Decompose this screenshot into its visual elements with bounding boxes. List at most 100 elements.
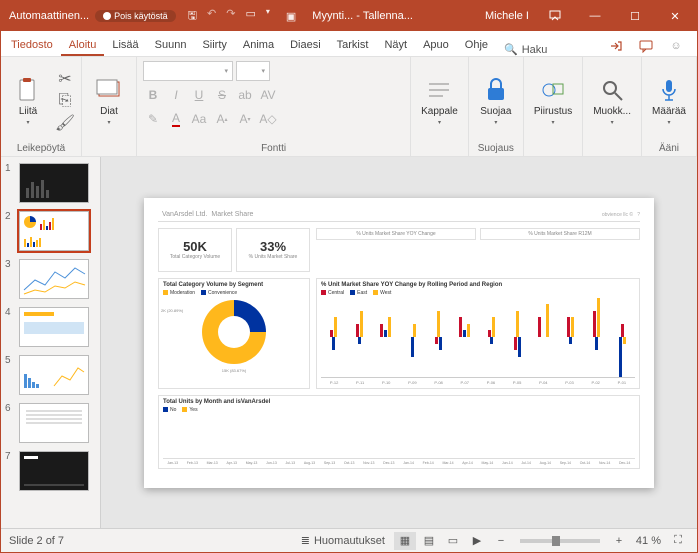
titlebar: Automaattinen... Pois käytöstä 🖫 ↶ ↷ ▭ ▾…	[1, 1, 697, 31]
thumb-4[interactable]: 4	[1, 305, 100, 353]
smiley-button[interactable]: ☺	[665, 36, 687, 56]
zoom-in-button[interactable]: +	[608, 532, 630, 550]
search-box[interactable]: 🔍Haku	[496, 43, 555, 56]
credit: obvience llc © ?	[602, 212, 640, 218]
cut-icon[interactable]: ✂	[55, 69, 75, 89]
grow-font-button[interactable]: A▴	[212, 109, 232, 129]
start-slideshow-icon[interactable]: ▭	[245, 7, 255, 26]
user-name[interactable]: Michele I	[425, 10, 535, 22]
font-color-button[interactable]: A	[166, 109, 186, 129]
slide-canvas[interactable]: VanArsdel Ltd.Market Share obvience llc …	[144, 198, 654, 488]
highlight-button[interactable]: ✎	[143, 109, 163, 129]
zoom-level[interactable]: 41 %	[632, 535, 665, 547]
chevron-down-icon: ▾	[26, 119, 29, 126]
slide-thumbnails[interactable]: 1 2 3 4 5 6 7	[1, 157, 101, 528]
thumb-3[interactable]: 3	[1, 257, 100, 305]
spacing-button[interactable]: AV	[258, 85, 278, 105]
powerpoint-icon: ▣	[282, 10, 300, 23]
minimize-icon[interactable]: —	[575, 1, 615, 31]
shadow-button[interactable]: ab	[235, 85, 255, 105]
group-editing: Muokk... ▾	[583, 57, 642, 156]
qat-dropdown-icon[interactable]: ▾	[266, 7, 270, 26]
ribbon: Liitä ▾ ✂ ⎘ 🖌 Leikepöytä Diat ▾ ▾ ▾	[1, 57, 697, 157]
redo-icon[interactable]: ↷	[226, 7, 235, 26]
thumb-2[interactable]: 2	[1, 209, 100, 257]
change-case-button[interactable]: Aa	[189, 109, 209, 129]
thumb-7[interactable]: 7	[1, 449, 100, 497]
workspace: 1 2 3 4 5 6 7 VanArsdel Ltd.Market Share…	[1, 157, 697, 528]
share-button[interactable]	[605, 36, 627, 56]
drawing-button[interactable]: Piirustus ▾	[530, 74, 576, 128]
tab-help[interactable]: Ohje	[457, 35, 496, 56]
tab-addins[interactable]: Apuo	[415, 35, 457, 56]
ribbon-options-icon[interactable]	[535, 1, 575, 31]
maximize-icon[interactable]: ☐	[615, 1, 655, 31]
tab-file[interactable]: Tiedosto	[3, 35, 61, 56]
search-icon: 🔍	[504, 43, 518, 56]
slides-button[interactable]: Diat ▾	[88, 74, 130, 128]
fit-to-window-icon[interactable]: ⛶	[667, 532, 689, 550]
underline-button[interactable]: U	[189, 85, 209, 105]
thumb-5[interactable]: 5	[1, 353, 100, 401]
zoom-out-button[interactable]: −	[490, 532, 512, 550]
tab-view[interactable]: Näyt	[376, 35, 415, 56]
bold-button[interactable]: B	[143, 85, 163, 105]
donut-chart	[202, 300, 266, 364]
document-title: Myynti... - Tallenna...	[300, 10, 425, 22]
format-painter-icon[interactable]: 🖌	[55, 113, 75, 133]
dictate-button[interactable]: Määrää ▾	[648, 74, 690, 128]
chevron-down-icon: ▾	[107, 119, 110, 126]
font-size-select[interactable]: ▾	[236, 61, 270, 81]
close-icon[interactable]: ✕	[655, 1, 695, 31]
view-sorter-icon[interactable]: ▤	[418, 532, 440, 550]
paste-button[interactable]: Liitä ▾	[7, 74, 49, 128]
tab-design[interactable]: Suunn	[147, 35, 195, 56]
chart-tab-1[interactable]: % Units Market Share YOY Change	[316, 228, 476, 240]
chevron-down-icon: ▾	[667, 119, 670, 126]
chart-units: Total Units by Month and isVanArsdel NoY…	[158, 395, 640, 469]
slide-indicator[interactable]: Slide 2 of 7	[9, 535, 294, 547]
font-family-select[interactable]: ▾	[143, 61, 233, 81]
thumb-6[interactable]: 6	[1, 401, 100, 449]
tab-insert[interactable]: Lisää	[104, 35, 146, 56]
quick-access-toolbar: 🖫 ↶ ↷ ▭ ▾	[176, 7, 282, 26]
chart-tab-2[interactable]: % Units Market Share R12M	[480, 228, 640, 240]
autosave-label: Automaattinen...	[3, 10, 95, 22]
group-drawing: Piirustus ▾	[524, 57, 583, 156]
group-font: ▾ ▾ B I U S ab AV ✎ A Aa A▴ A▾ A◇ Fontti	[137, 57, 411, 156]
tab-review[interactable]: Tarkist	[329, 35, 377, 56]
chevron-down-icon: ▾	[494, 119, 497, 126]
tab-home[interactable]: Aloitu	[61, 35, 105, 56]
thumb-1[interactable]: 1	[1, 161, 100, 209]
yoy-bars	[321, 298, 635, 378]
notes-button[interactable]: ≣Huomautukset	[294, 532, 392, 550]
chevron-down-icon: ▾	[552, 119, 555, 126]
group-slides: Diat ▾	[82, 57, 137, 156]
undo-icon[interactable]: ↶	[207, 7, 216, 26]
chart-segment: Total Category Volume by Segment Moderat…	[158, 278, 310, 389]
group-clipboard: Liitä ▾ ✂ ⎘ 🖌 Leikepöytä	[1, 57, 82, 156]
tab-slideshow[interactable]: Diaesi	[282, 35, 329, 56]
group-paragraph: Kappale ▾	[411, 57, 469, 156]
slide-editor[interactable]: VanArsdel Ltd.Market Share obvience llc …	[101, 157, 697, 528]
view-slideshow-icon[interactable]: ▶	[466, 532, 488, 550]
paragraph-button[interactable]: Kappale ▾	[417, 74, 462, 128]
zoom-slider[interactable]	[520, 539, 600, 543]
chevron-down-icon: ▾	[438, 119, 441, 126]
copy-icon[interactable]: ⎘	[55, 91, 75, 111]
protect-button[interactable]: Suojaa ▾	[475, 74, 517, 128]
save-icon[interactable]: 🖫	[188, 7, 197, 26]
italic-button[interactable]: I	[166, 85, 186, 105]
autosave-toggle[interactable]: Pois käytöstä	[95, 10, 176, 22]
tab-animations[interactable]: Anima	[235, 35, 282, 56]
clear-format-button[interactable]: A◇	[258, 109, 278, 129]
comments-button[interactable]	[635, 36, 657, 56]
view-normal-icon[interactable]: ▦	[394, 532, 416, 550]
shrink-font-button[interactable]: A▾	[235, 109, 255, 129]
tab-transitions[interactable]: Siirty	[194, 35, 234, 56]
view-reading-icon[interactable]: ▭	[442, 532, 464, 550]
strike-button[interactable]: S	[212, 85, 232, 105]
metric-share: 33%% Units Market Share	[236, 228, 310, 272]
ribbon-tabs: Tiedosto Aloitu Lisää Suunn Siirty Anima…	[1, 31, 697, 57]
editing-button[interactable]: Muokk... ▾	[589, 74, 635, 128]
